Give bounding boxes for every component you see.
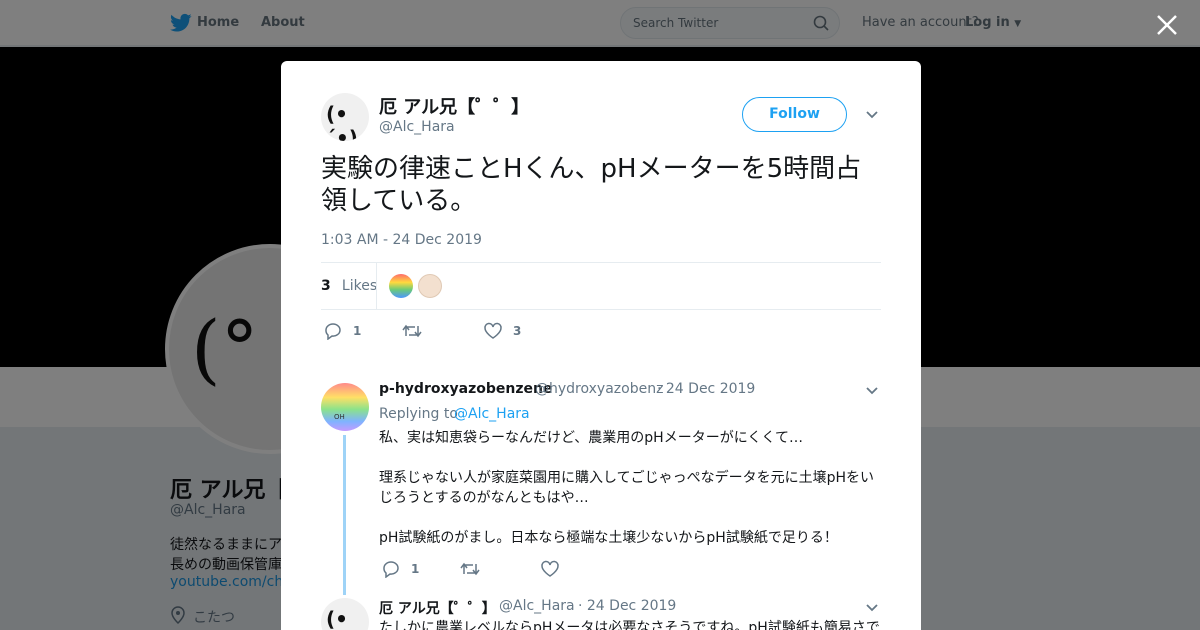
reply-date[interactable]: · 24 Dec 2019 (578, 598, 676, 614)
reply-author-name[interactable]: p-hydroxyazobenzene (379, 381, 552, 397)
chevron-down-icon[interactable] (865, 108, 879, 122)
likes-label[interactable]: Likes (333, 278, 377, 294)
replying-to-link[interactable]: @Alc_Hara (454, 406, 530, 422)
tweet-stats: 3 Likes (321, 262, 881, 310)
tweet-author-avatar[interactable]: (•´•) (321, 93, 369, 141)
heart-icon (484, 322, 502, 339)
stats-divider (376, 263, 377, 309)
reply-author-handle[interactable]: @Alc_Hara (499, 598, 575, 614)
avatar-face: (•´•) (326, 607, 348, 630)
thread-line (343, 435, 346, 595)
retweet-action[interactable] (402, 323, 426, 343)
like-action[interactable] (540, 560, 564, 580)
like-count: 3 (513, 324, 522, 338)
reply-date[interactable]: · 24 Dec 2019 (657, 381, 755, 397)
replying-to-label: Replying to (379, 406, 458, 422)
reply-author-avatar[interactable]: OH (321, 383, 369, 431)
reply-author-name[interactable]: 厄 アル兄【゜゜】 (379, 598, 496, 618)
reply-text-line: 私、実は知恵袋らーなんだけど、農業用のpHメーターがにくくて… (379, 430, 804, 446)
chevron-down-icon[interactable] (865, 601, 879, 615)
reply-count: 1 (353, 324, 362, 338)
liker-avatar[interactable] (389, 274, 413, 298)
likes-count[interactable]: 3 (321, 278, 331, 294)
reply-count: 1 (411, 562, 420, 576)
like-action[interactable]: 3 (483, 322, 533, 342)
tweet-text: 実験の律速ことHくん、pHメーターを5時間占領している。 (321, 154, 862, 216)
reply-author-handle[interactable]: @hydroxyazobenz (535, 381, 663, 397)
heart-icon (541, 560, 559, 577)
reply-action[interactable]: 1 (323, 322, 373, 342)
reply-author-avatar[interactable]: (•´•) (321, 598, 369, 630)
reply-icon (325, 323, 341, 340)
reply-text-line: pH試験紙のがまし。日本なら極端な土壌少ないからpH試験紙で足りる！ (379, 530, 838, 546)
retweet-action[interactable] (460, 561, 484, 581)
liker-avatar[interactable] (418, 274, 442, 298)
tweet-modal: (•´•) 厄 アル兄【゜゜】 @Alc_Hara Follow 実験の律速こと… (281, 61, 921, 630)
reply-text-line: 理系じゃない人が家庭菜園用に購入してごじゃっぺなデータを元に土壌pHをい (379, 470, 874, 486)
retweet-icon (402, 324, 422, 338)
tweet-author-name[interactable]: 厄 アル兄【゜゜】 (379, 93, 529, 119)
likes-label-text: Likes (341, 278, 378, 294)
reply-action[interactable]: 1 (381, 560, 431, 580)
tweet-timestamp[interactable]: 1:03 AM - 24 Dec 2019 (321, 232, 482, 248)
reply-text-line: たしかに農業レベルならpHメータは必要なさそうですね。pH試験紙も簡易さで (379, 620, 880, 630)
avatar-face: (•´•) (326, 102, 358, 141)
reply-icon (383, 561, 399, 578)
avatar-label: OH (334, 413, 345, 421)
retweet-icon (460, 562, 480, 576)
tweet-author-handle[interactable]: @Alc_Hara (379, 119, 455, 135)
chevron-down-icon[interactable] (865, 384, 879, 398)
close-icon[interactable] (1154, 12, 1180, 38)
follow-button[interactable]: Follow (742, 97, 847, 132)
reply-text-line: じろうとするのがなんともはや… (379, 490, 589, 506)
